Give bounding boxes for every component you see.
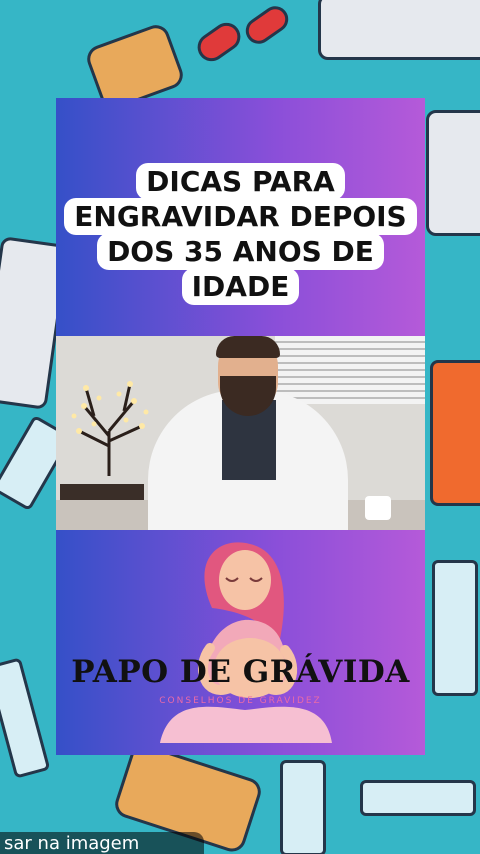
doctor-hair (216, 336, 280, 358)
video-card[interactable]: DICAS PARA ENGRAVIDAR DEPOIS DOS 35 ANOS… (56, 98, 425, 755)
mug (365, 496, 391, 520)
window-blinds (275, 336, 425, 404)
ampoule-icon (360, 780, 476, 816)
brand-name: PAPO DE GRÁVIDA (71, 654, 410, 690)
vial-icon (432, 560, 478, 696)
brand-tagline: CONSELHOS DE GRAVIDEZ (159, 696, 322, 706)
vial-icon (0, 657, 51, 779)
title-panel: DICAS PARA ENGRAVIDAR DEPOIS DOS 35 ANOS… (56, 98, 425, 336)
ampoule-icon (280, 760, 326, 854)
medicine-bottle-icon (430, 360, 480, 506)
vial-rack-icon (318, 0, 480, 60)
decorative-light-tree-icon (71, 381, 149, 476)
caption-text[interactable]: sar na imagem (0, 832, 204, 854)
pregnant-woman-icon (160, 542, 332, 743)
capsule-icon (192, 17, 246, 67)
pill-pack-icon (426, 110, 480, 236)
title-block: DICAS PARA ENGRAVIDAR DEPOIS DOS 35 ANOS… (56, 163, 425, 305)
title-line: DOS 35 ANOS DE (97, 233, 384, 270)
title-line: ENGRAVIDAR DEPOIS (64, 198, 417, 235)
capsule-icon (240, 1, 294, 49)
title-line: IDADE (181, 268, 300, 305)
video-frame[interactable] (56, 336, 425, 530)
brand-panel: PAPO DE GRÁVIDA CONSELHOS DE GRAVIDEZ (56, 530, 425, 755)
title-line: DICAS PARA (136, 163, 345, 200)
